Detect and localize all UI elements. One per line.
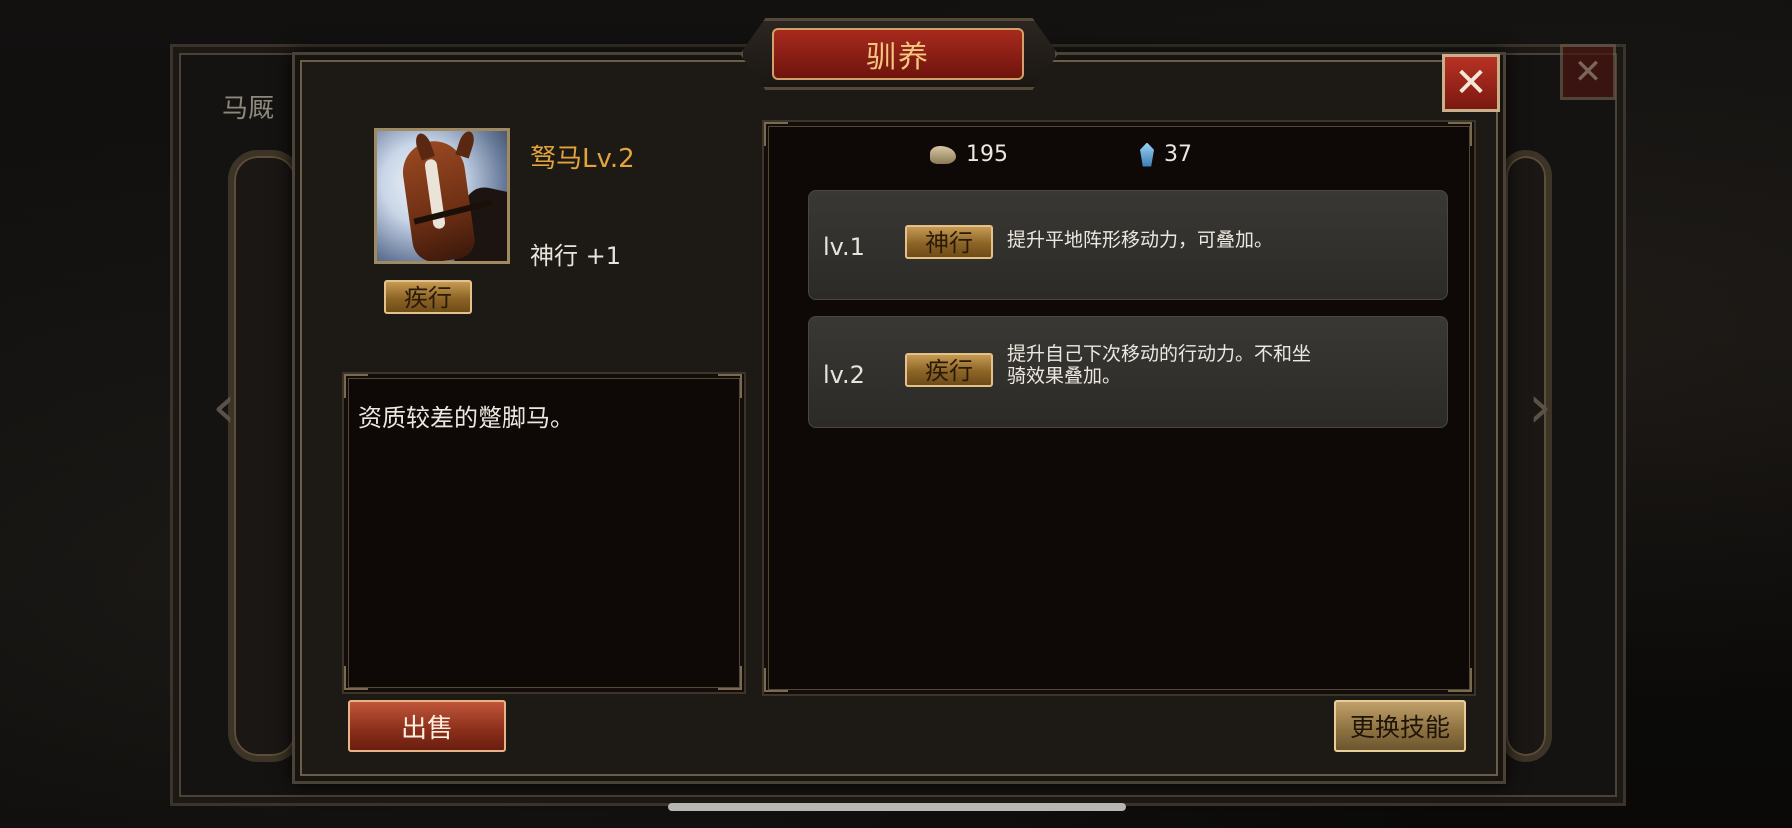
background-side-card-left bbox=[228, 150, 302, 762]
skill-description-line: 提升平地阵形移动力，可叠加。 bbox=[1007, 229, 1274, 251]
corner-ornament bbox=[764, 668, 788, 692]
horse-name: 驽马Lv.2 bbox=[530, 144, 635, 174]
horse-skill-badge: 疾行 bbox=[384, 280, 472, 314]
arrow-left-icon[interactable]: ‹ bbox=[212, 372, 236, 442]
resource-gem-value: 37 bbox=[1164, 142, 1192, 167]
hay-icon bbox=[930, 145, 956, 164]
skill-description: 提升平地阵形移动力，可叠加。 bbox=[1007, 229, 1273, 251]
skill-description-line: 提升自己下次移动的行动力。不和坐 bbox=[1007, 343, 1312, 365]
dialog-title: 驯养 bbox=[866, 40, 930, 75]
skill-name-badge: 疾行 bbox=[905, 353, 993, 387]
arrow-right-icon[interactable]: › bbox=[1528, 372, 1552, 442]
skill-card: lv.2 疾行 提升自己下次移动的行动力。不和坐 骑效果叠加。 bbox=[808, 316, 1448, 428]
corner-ornament bbox=[764, 122, 788, 146]
home-indicator[interactable] bbox=[668, 803, 1126, 811]
title-bar: 驯养 bbox=[772, 28, 1024, 80]
corner-ornament bbox=[718, 666, 742, 690]
skill-level: lv.1 bbox=[823, 233, 865, 261]
background-tab-stable[interactable]: 马厩 bbox=[222, 88, 274, 125]
corner-ornament bbox=[1448, 122, 1472, 146]
resource-hay: 195 bbox=[930, 142, 1008, 167]
horse-ear-right bbox=[455, 131, 477, 159]
resource-gem: 37 bbox=[1140, 142, 1192, 167]
close-icon: ✕ bbox=[1454, 60, 1488, 106]
horse-description: 资质较差的蹩脚马。 bbox=[358, 404, 574, 432]
close-button[interactable]: ✕ bbox=[1442, 54, 1500, 112]
change-skill-button[interactable]: 更换技能 bbox=[1334, 700, 1466, 752]
skill-description: 提升自己下次移动的行动力。不和坐 骑效果叠加。 bbox=[1007, 343, 1311, 387]
corner-ornament bbox=[1448, 668, 1472, 692]
sell-button[interactable]: 出售 bbox=[348, 700, 506, 752]
corner-ornament bbox=[344, 666, 368, 690]
background-side-card-right bbox=[1500, 150, 1552, 762]
skill-level: lv.2 bbox=[823, 361, 865, 389]
skill-description-line: 骑效果叠加。 bbox=[1007, 365, 1122, 387]
gem-icon bbox=[1140, 142, 1154, 167]
corner-ornament bbox=[344, 374, 368, 398]
resource-hay-value: 195 bbox=[966, 142, 1008, 167]
corner-ornament bbox=[718, 374, 742, 398]
horse-portrait bbox=[374, 128, 510, 264]
skill-card: lv.1 神行 提升平地阵形移动力，可叠加。 bbox=[808, 190, 1448, 300]
skill-name-badge: 神行 bbox=[905, 225, 993, 259]
background-close-icon[interactable]: ✕ bbox=[1560, 44, 1616, 100]
horse-stat: 神行 +1 bbox=[530, 242, 622, 270]
